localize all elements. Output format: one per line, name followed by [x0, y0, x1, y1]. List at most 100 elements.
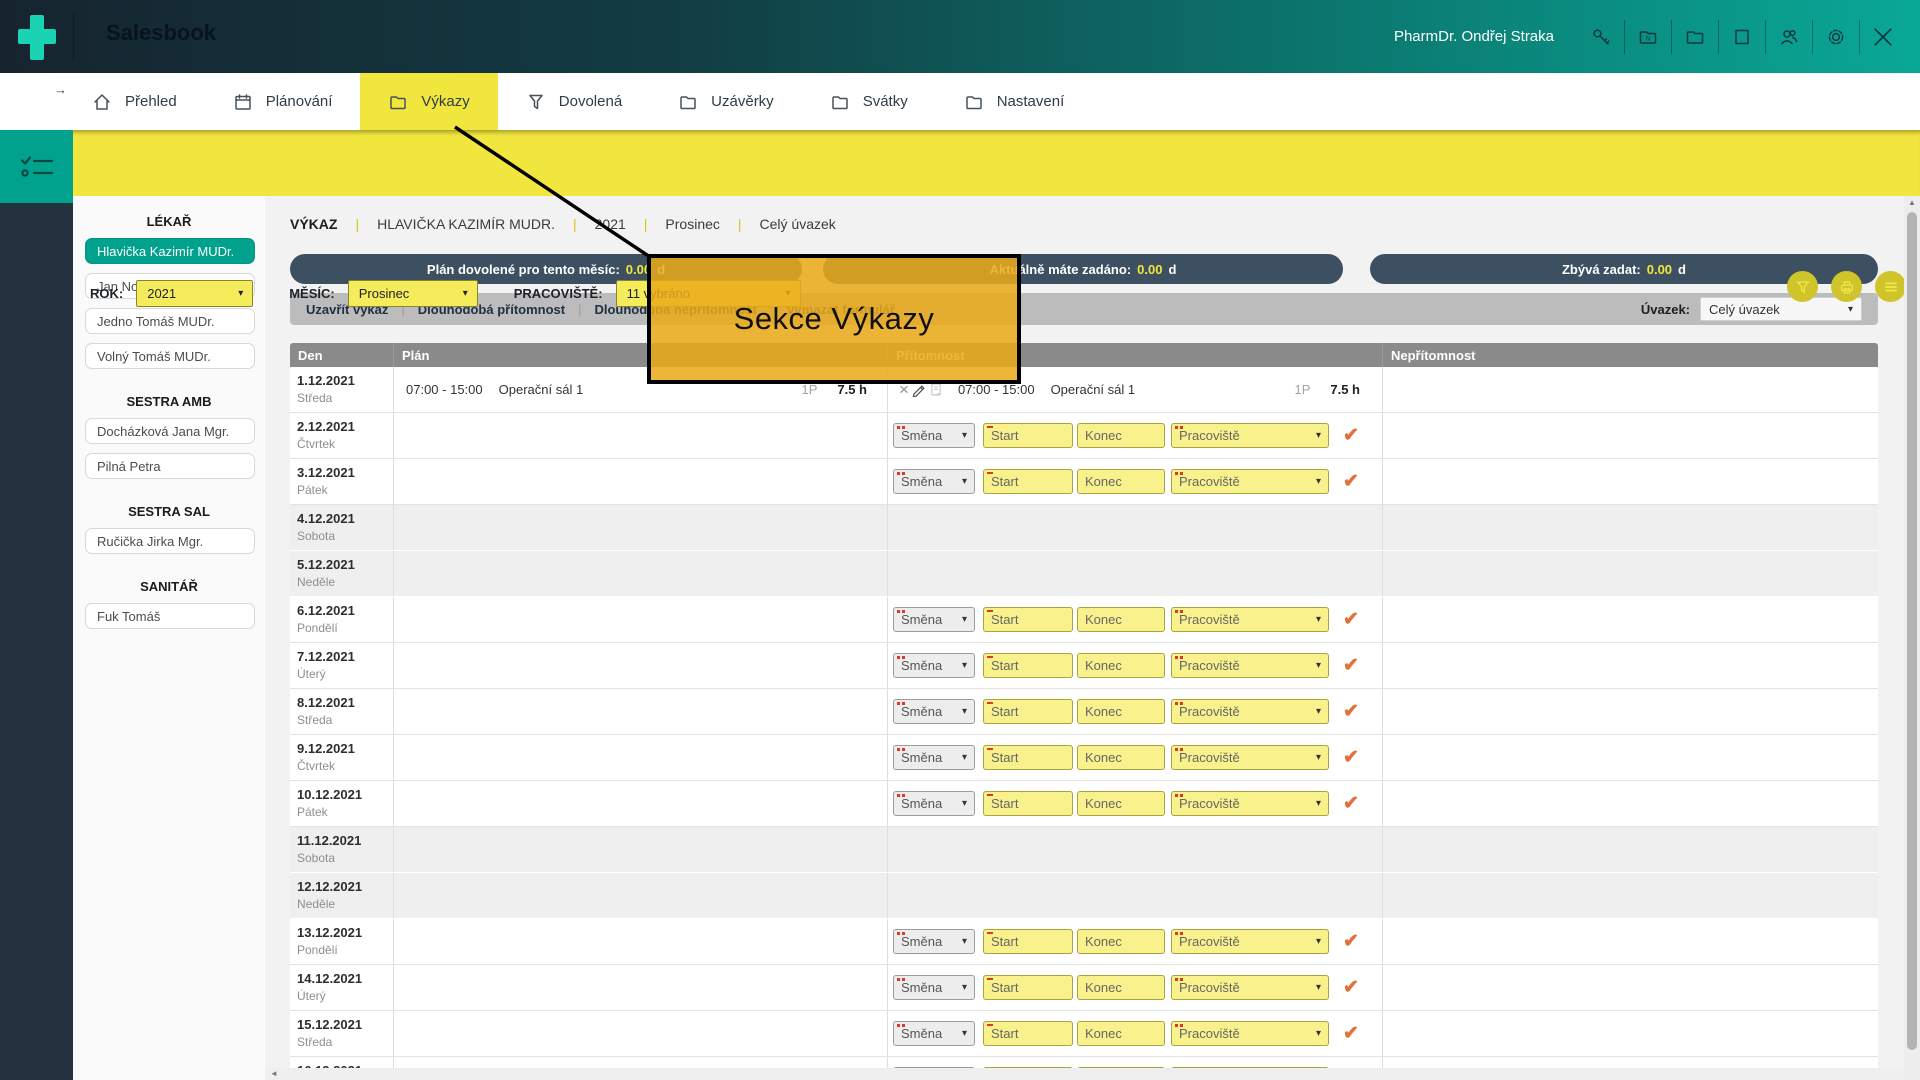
- confirm-row-button[interactable]: ✔: [1343, 978, 1359, 997]
- shift-select[interactable]: Směna▾: [893, 469, 975, 494]
- confirm-row-button[interactable]: ✔: [1343, 426, 1359, 445]
- users-icon[interactable]: [1766, 26, 1812, 48]
- start-time-input[interactable]: Start: [983, 469, 1073, 494]
- start-time-input[interactable]: Start: [983, 653, 1073, 678]
- workplace-row-select[interactable]: Pracoviště▾: [1171, 745, 1329, 770]
- workplace-row-select[interactable]: Pracoviště▾: [1171, 699, 1329, 724]
- nav-tab-4[interactable]: Uzávěrky: [650, 73, 802, 130]
- scroll-left-arrow[interactable]: ◄: [270, 1070, 278, 1078]
- app-logo-icon[interactable]: [18, 15, 56, 60]
- workplace-row-select[interactable]: Pracoviště▾: [1171, 791, 1329, 816]
- presence-cell: Směna▾ StartKonecPracoviště▾ ✔: [888, 597, 1383, 642]
- confirm-row-button[interactable]: ✔: [1343, 610, 1359, 629]
- nav-tab-5[interactable]: Svátky: [802, 73, 936, 130]
- shift-select[interactable]: Směna▾: [893, 929, 975, 954]
- presence-cell: Směna▾ StartKonecPracoviště▾ ✔: [888, 1011, 1383, 1056]
- confirm-row-button[interactable]: ✔: [1343, 702, 1359, 721]
- start-time-input[interactable]: Start: [983, 607, 1073, 632]
- end-time-input[interactable]: Konec: [1077, 791, 1165, 816]
- start-time-input[interactable]: Start: [983, 929, 1073, 954]
- scroll-up-arrow[interactable]: ▲: [1908, 199, 1916, 207]
- print-button[interactable]: [1831, 271, 1862, 302]
- nav-tab-2[interactable]: Výkazy: [360, 73, 497, 130]
- sidebar-item[interactable]: Fuk Tomáš: [85, 603, 255, 629]
- shift-select[interactable]: Směna▾: [893, 699, 975, 724]
- end-time-input[interactable]: Konec: [1077, 699, 1165, 724]
- folder-n-icon[interactable]: N: [1625, 26, 1671, 48]
- row-date: 9.12.2021: [297, 741, 393, 756]
- sidebar-item[interactable]: Jedno Tomáš MUDr.: [85, 308, 255, 334]
- end-time-input[interactable]: Konec: [1077, 929, 1165, 954]
- shift-select[interactable]: Směna▾: [893, 745, 975, 770]
- shift-select[interactable]: Směna▾: [893, 423, 975, 448]
- edit-entry-icon[interactable]: [911, 382, 926, 397]
- key-icon[interactable]: [1578, 26, 1624, 48]
- shift-select[interactable]: Směna▾: [893, 1021, 975, 1046]
- workplace-row-select[interactable]: Pracoviště▾: [1171, 653, 1329, 678]
- end-time-input[interactable]: Konec: [1077, 1021, 1165, 1046]
- nav-tab-6[interactable]: Nastavení: [936, 73, 1093, 130]
- horizontal-scrollbar[interactable]: ◄: [265, 1068, 1904, 1080]
- start-time-input[interactable]: Start: [983, 423, 1073, 448]
- vertical-scrollbar[interactable]: ▲: [1904, 196, 1920, 1080]
- topbar-actions: PharmDr. Ondřej Straka N: [1394, 0, 1906, 73]
- chevron-down-icon: ▾: [962, 660, 967, 671]
- gear-icon[interactable]: [1813, 26, 1859, 48]
- start-time-input[interactable]: Start: [983, 699, 1073, 724]
- workplace-row-select[interactable]: Pracoviště▾: [1171, 929, 1329, 954]
- end-time-input[interactable]: Konec: [1077, 745, 1165, 770]
- confirm-row-button[interactable]: ✔: [1343, 748, 1359, 767]
- confirm-row-button[interactable]: ✔: [1343, 1024, 1359, 1043]
- nav-tab-1[interactable]: Plánování: [205, 73, 361, 130]
- folder-icon[interactable]: [1672, 26, 1718, 48]
- workplace-row-select[interactable]: Pracoviště▾: [1171, 607, 1329, 632]
- confirm-row-button[interactable]: ✔: [1343, 932, 1359, 951]
- sidebar-item[interactable]: Volný Tomáš MUDr.: [85, 343, 255, 369]
- month-select[interactable]: Prosinec ▾: [348, 280, 478, 307]
- absence-cell: [1383, 367, 1878, 412]
- close-icon[interactable]: [1860, 24, 1906, 50]
- nav-tab-label: Svátky: [863, 93, 908, 110]
- shift-select[interactable]: Směna▾: [893, 791, 975, 816]
- chevron-down-icon: ▾: [1316, 660, 1321, 671]
- start-time-input[interactable]: Start: [983, 745, 1073, 770]
- sidebar-item[interactable]: Ručička Jirka Mgr.: [85, 528, 255, 554]
- nav-tab-3[interactable]: Dovolená: [498, 73, 650, 130]
- end-time-input[interactable]: Konec: [1077, 469, 1165, 494]
- end-time-input[interactable]: Konec: [1077, 975, 1165, 1000]
- menu-button[interactable]: [1875, 271, 1906, 302]
- scrollbar-thumb[interactable]: [1907, 212, 1917, 1050]
- table-header: Den Plán Přítomnost Nepřítomnost: [290, 343, 1878, 367]
- copy-entry-icon[interactable]: [929, 382, 943, 397]
- plan-cell: [394, 597, 888, 642]
- chevron-down-icon: ▾: [1316, 614, 1321, 625]
- shift-select[interactable]: Směna▾: [893, 607, 975, 632]
- user-name[interactable]: PharmDr. Ondřej Straka: [1394, 28, 1554, 45]
- worklist-rail-tab[interactable]: [0, 130, 73, 203]
- table-row: 5.12.2021Neděle: [290, 551, 1878, 597]
- workplace-row-select[interactable]: Pracoviště▾: [1171, 975, 1329, 1000]
- start-time-input[interactable]: Start: [983, 791, 1073, 816]
- start-time-input[interactable]: Start: [983, 975, 1073, 1000]
- end-time-input[interactable]: Konec: [1077, 607, 1165, 632]
- confirm-row-button[interactable]: ✔: [1343, 656, 1359, 675]
- filter-funnel-button[interactable]: [1787, 271, 1818, 302]
- year-select[interactable]: 2021 ▾: [136, 280, 253, 307]
- window-icon[interactable]: [1719, 26, 1765, 48]
- end-time-input[interactable]: Konec: [1077, 653, 1165, 678]
- shift-select[interactable]: Směna▾: [893, 653, 975, 678]
- workplace-row-select[interactable]: Pracoviště▾: [1171, 423, 1329, 448]
- workplace-row-select[interactable]: Pracoviště▾: [1171, 1021, 1329, 1046]
- end-time-input[interactable]: Konec: [1077, 423, 1165, 448]
- row-day-name: Neděle: [297, 575, 393, 589]
- sidebar-item[interactable]: Pilná Petra: [85, 453, 255, 479]
- sidebar-item[interactable]: Hlavička Kazimír MUDr.: [85, 238, 255, 264]
- start-time-input[interactable]: Start: [983, 1021, 1073, 1046]
- sidebar-item[interactable]: Docházková Jana Mgr.: [85, 418, 255, 444]
- report-table-body: 1.12.2021Středa07:00 - 15:00Operační sál…: [290, 367, 1878, 1080]
- shift-select[interactable]: Směna▾: [893, 975, 975, 1000]
- nav-tab-0[interactable]: Přehled: [64, 73, 205, 130]
- confirm-row-button[interactable]: ✔: [1343, 472, 1359, 491]
- confirm-row-button[interactable]: ✔: [1343, 794, 1359, 813]
- workplace-row-select[interactable]: Pracoviště▾: [1171, 469, 1329, 494]
